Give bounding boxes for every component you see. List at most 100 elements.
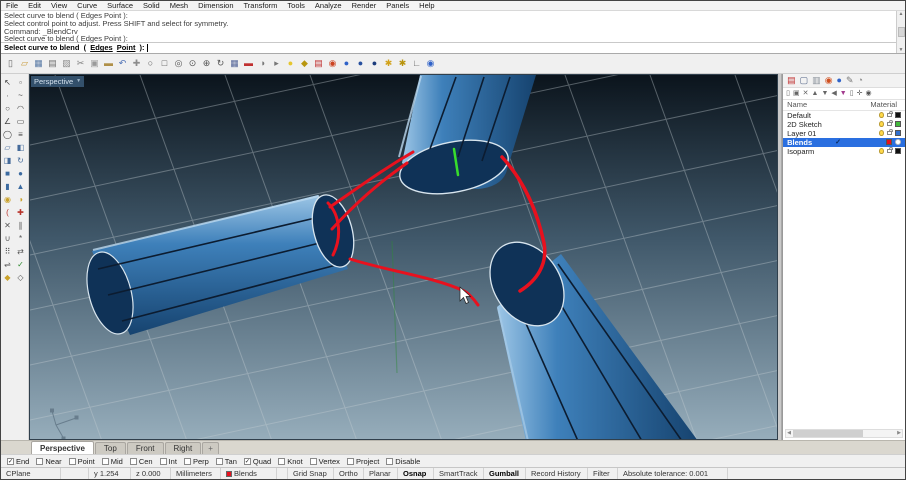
sphere-icon[interactable]: ● — [14, 167, 27, 180]
status-segment[interactable]: y 1.254 — [89, 468, 131, 479]
mirror-icon[interactable]: ⇌ — [1, 258, 14, 271]
status-segment[interactable]: Millimeters — [171, 468, 221, 479]
blend-icon[interactable]: ✚ — [14, 206, 27, 219]
osnap-toggle[interactable]: Project — [346, 457, 379, 466]
save-icon[interactable]: ▦ — [32, 56, 45, 71]
prompt-option-edges[interactable]: Edges — [90, 43, 113, 52]
layer-row[interactable]: Layer 01 ✓ — [783, 129, 905, 138]
menu-item[interactable]: Mesh — [165, 1, 193, 10]
scroll-thumb[interactable] — [793, 429, 863, 437]
box-icon[interactable]: ■ — [1, 167, 14, 180]
checkbox[interactable] — [36, 457, 44, 465]
status-segment[interactable] — [277, 468, 288, 479]
bottom-right-tube[interactable] — [475, 228, 698, 440]
paste-icon[interactable]: ▬ — [102, 56, 115, 71]
open-folder-icon[interactable]: ▱ — [18, 56, 31, 71]
misc-tool-icon[interactable]: ◇ — [14, 271, 27, 284]
show-object-icon[interactable]: ▸ — [270, 56, 283, 71]
scroll-left-icon[interactable]: ◀ — [786, 430, 792, 436]
polyline-icon[interactable]: ∠ — [1, 115, 14, 128]
menu-item[interactable]: Edit — [23, 1, 46, 10]
gumball-tool-icon[interactable]: ◆ — [1, 271, 14, 284]
layer-visibility-bulb-icon[interactable] — [879, 112, 884, 119]
layer-visibility-bulb-icon[interactable] — [879, 121, 884, 128]
shaded-view-icon[interactable]: ▬ — [242, 56, 255, 71]
print-icon[interactable]: ▤ — [46, 56, 59, 71]
prompt-option-point[interactable]: Point — [117, 43, 136, 52]
transform-icon[interactable]: ⇄ — [14, 245, 27, 258]
layer-state-icon[interactable]: ▤ — [312, 56, 325, 71]
left-tube[interactable] — [79, 190, 361, 339]
cylinder-icon[interactable]: ▮ — [1, 180, 14, 193]
viewport-tab[interactable]: + — [202, 441, 219, 454]
array-icon[interactable]: ⠿ — [1, 245, 14, 258]
extrude-icon[interactable]: ◨ — [1, 154, 14, 167]
viewport-tab[interactable]: Perspective — [31, 440, 94, 454]
rectangle-icon[interactable]: ▭ — [14, 115, 27, 128]
menu-item[interactable]: Transform — [239, 1, 283, 10]
explode-icon[interactable]: * — [14, 232, 27, 245]
zoom-dynamic-icon[interactable]: ◎ — [172, 56, 185, 71]
menu-item[interactable]: Help — [414, 1, 439, 10]
checkbox[interactable] — [215, 457, 223, 465]
layer-lock-icon[interactable] — [887, 111, 893, 118]
export-icon[interactable]: ▨ — [60, 56, 73, 71]
viewport-title[interactable]: Perspective ▼ — [30, 75, 85, 87]
viewport-layout-icon[interactable]: ▦ — [228, 56, 241, 71]
layers-tab-icon[interactable]: ▤ — [787, 75, 796, 86]
status-segment[interactable]: Osnap — [398, 468, 434, 479]
cut-icon[interactable]: ✂ — [74, 56, 87, 71]
display-tab-icon[interactable]: ▢ — [800, 75, 809, 86]
layer-row[interactable]: Blends ✓ — [783, 137, 905, 147]
zoom-selected-icon[interactable]: ⊙ — [186, 56, 199, 71]
panel-help-icon[interactable]: ◉ — [865, 89, 871, 97]
status-segment[interactable]: Blends — [221, 468, 277, 479]
new-sublayer-icon[interactable]: ▣ — [793, 89, 800, 97]
layer-color-swatch[interactable] — [895, 112, 901, 119]
split-icon[interactable]: ∥ — [14, 219, 27, 232]
point-icon[interactable]: ∙ — [1, 89, 14, 102]
menu-item[interactable]: Render — [347, 1, 382, 10]
materials-tab-icon[interactable]: ● — [837, 75, 842, 85]
render-sphere-icon[interactable]: ● — [340, 56, 353, 71]
panel-scrollbar[interactable]: ◀ ▶ — [785, 428, 903, 438]
status-segment[interactable]: Grid Snap — [288, 468, 334, 479]
layer-lock-icon[interactable] — [887, 147, 893, 154]
layer-row[interactable]: Isoparm ✓ — [783, 147, 905, 156]
osnap-toggle[interactable]: Cen — [129, 457, 153, 466]
status-segment[interactable]: Record History — [526, 468, 588, 479]
revolve-icon[interactable]: ↻ — [14, 154, 27, 167]
osnap-toggle[interactable]: Point — [68, 457, 95, 466]
checkbox[interactable] — [386, 457, 394, 465]
checkbox[interactable] — [309, 457, 317, 465]
viewport-tab[interactable]: Front — [126, 441, 164, 454]
command-scrollbar[interactable]: ▲ ▼ — [896, 11, 905, 53]
zoom-window-icon[interactable]: □ — [158, 56, 171, 71]
checkbox[interactable] — [243, 457, 251, 465]
osnap-toggle[interactable]: Quad — [243, 457, 271, 466]
boolean-difference-icon[interactable]: ◑ — [14, 193, 27, 206]
tools-wrench-icon[interactable]: ✛ — [857, 89, 863, 97]
status-segment[interactable]: Ortho — [334, 468, 364, 479]
help-icon[interactable]: ◉ — [424, 56, 437, 71]
osnap-toggle[interactable]: Tan — [215, 457, 237, 466]
checkbox[interactable] — [346, 457, 354, 465]
layer-color-swatch[interactable] — [895, 148, 901, 155]
cplane-tool-icon[interactable]: ∟ — [410, 56, 423, 71]
layer-color-swatch[interactable] — [895, 121, 901, 128]
status-segment[interactable]: Gumball — [484, 468, 526, 479]
viewport-tab[interactable]: Top — [94, 441, 126, 454]
loft-icon[interactable]: ◧ — [14, 141, 27, 154]
zoom-extents-icon[interactable]: ⊕ — [200, 56, 213, 71]
layer-row[interactable]: Default ✓ — [783, 111, 905, 120]
surface-icon[interactable]: ▱ — [1, 141, 14, 154]
osnap-toggle[interactable]: Disable — [386, 457, 420, 466]
status-segment[interactable]: Filter — [588, 468, 618, 479]
arc-icon[interactable]: ◠ — [14, 102, 27, 115]
boolean-union-icon[interactable]: ◉ — [1, 193, 14, 206]
rotate-view-icon[interactable]: ↻ — [214, 56, 227, 71]
new-layer-icon[interactable]: ▯ — [786, 89, 790, 97]
hide-object-icon[interactable]: ◑ — [256, 56, 269, 71]
checkbox[interactable] — [101, 457, 109, 465]
select-icon[interactable]: ↖ — [1, 76, 14, 89]
